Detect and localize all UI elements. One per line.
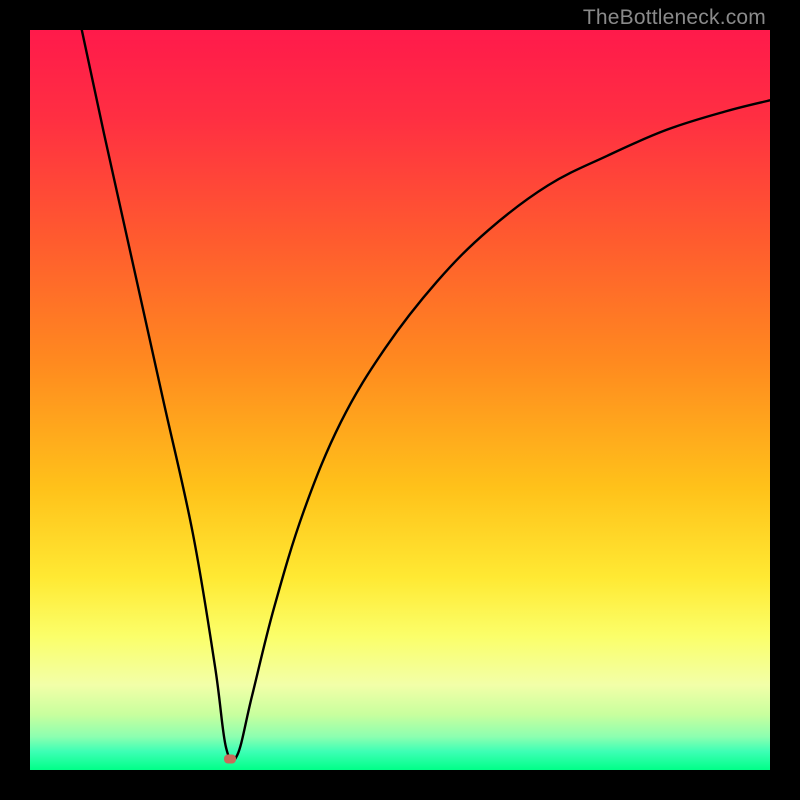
chart-frame [30, 30, 770, 770]
plot-area [30, 30, 770, 770]
watermark-text: TheBottleneck.com [583, 6, 766, 30]
background-gradient [30, 30, 770, 770]
